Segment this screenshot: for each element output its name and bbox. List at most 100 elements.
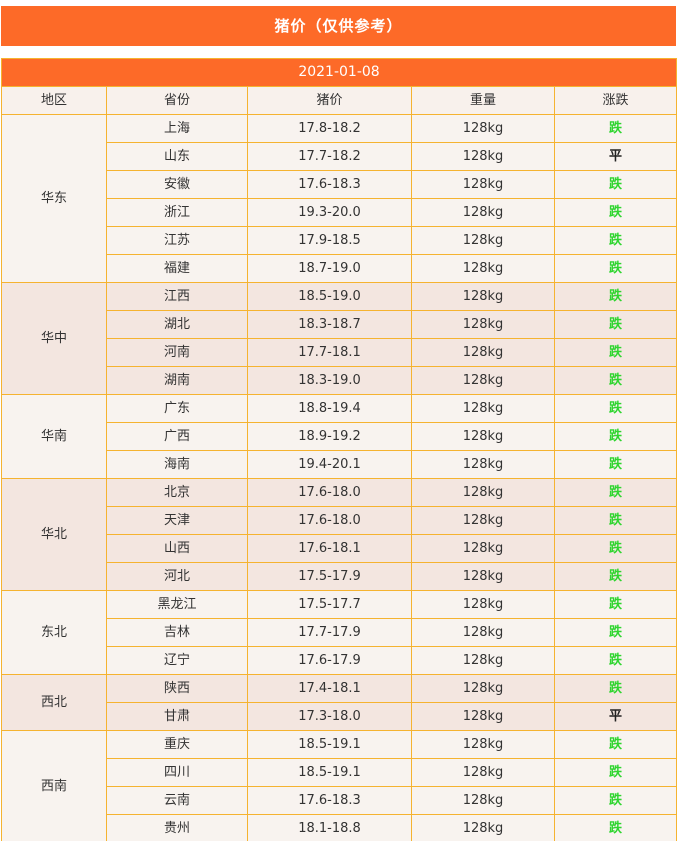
weight-cell: 128kg (411, 450, 555, 479)
weight-cell: 128kg (411, 394, 555, 423)
weight-cell: 128kg (411, 506, 555, 535)
trend-cell: 平 (553, 702, 677, 731)
trend-cell: 跌 (553, 758, 677, 787)
province-cell: 山西 (106, 534, 248, 563)
region-cell: 华北 (1, 478, 107, 591)
trend-cell: 跌 (553, 338, 677, 367)
province-cell: 重庆 (106, 730, 248, 759)
province-cell: 甘肃 (106, 702, 248, 731)
table-row: 西南 重庆 18.5-19.1 128kg 跌 (1, 730, 677, 841)
province-cell: 河南 (106, 338, 248, 367)
province-cell: 陕西 (106, 674, 248, 703)
trend-cell: 跌 (553, 170, 677, 199)
province-cell: 辽宁 (106, 646, 248, 675)
trend-cell: 跌 (553, 282, 677, 311)
price-cell: 17.5-17.9 (247, 562, 412, 591)
weight-cell: 128kg (411, 282, 555, 311)
price-cell: 18.1-18.8 (247, 814, 412, 841)
weight-cell: 128kg (411, 646, 555, 675)
price-cell: 17.3-18.0 (247, 702, 412, 731)
trend-cell: 跌 (553, 422, 677, 451)
province-cell: 山东 (106, 142, 248, 171)
trend-cell: 跌 (553, 394, 677, 423)
trend-cell: 平 (553, 142, 677, 171)
table-row: 西北 陕西 17.4-18.1 128kg 跌 (1, 674, 677, 731)
date-label: 2021-01-08 (0, 58, 677, 87)
price-cell: 18.8-19.4 (247, 394, 412, 423)
weight-cell: 128kg (411, 702, 555, 731)
trend-cell: 跌 (553, 310, 677, 339)
trend-cell: 跌 (553, 534, 677, 563)
province-cell: 海南 (106, 450, 248, 479)
trend-cell: 跌 (553, 198, 677, 227)
header-price: 猪价 (247, 86, 412, 115)
price-cell: 17.9-18.5 (247, 226, 412, 255)
province-cell: 广西 (106, 422, 248, 451)
trend-cell: 跌 (553, 730, 677, 759)
table-row: 东北 黑龙江 17.5-17.7 128kg 跌 (1, 590, 677, 675)
trend-cell: 跌 (553, 674, 677, 703)
price-cell: 19.4-20.1 (247, 450, 412, 479)
table-row: 华中 江西 18.5-19.0 128kg 跌 (1, 282, 677, 395)
weight-cell: 128kg (411, 674, 555, 703)
price-cell: 18.7-19.0 (247, 254, 412, 283)
price-cell: 17.8-18.2 (247, 114, 412, 143)
weight-cell: 128kg (411, 534, 555, 563)
header-region: 地区 (1, 86, 107, 115)
price-cell: 17.6-18.0 (247, 478, 412, 507)
price-cell: 17.6-18.3 (247, 170, 412, 199)
price-cell: 17.4-18.1 (247, 674, 412, 703)
price-cell: 17.7-18.2 (247, 142, 412, 171)
table-row: 华北 北京 17.6-18.0 128kg 跌 (1, 478, 677, 591)
region-cell: 西南 (1, 730, 107, 841)
page-title: 猪价（仅供参考） (1, 6, 676, 46)
weight-cell: 128kg (411, 310, 555, 339)
province-cell: 湖南 (106, 366, 248, 395)
weight-cell: 128kg (411, 422, 555, 451)
table-row: 华东 上海 17.8-18.2 128kg 跌 (1, 114, 677, 283)
price-cell: 17.7-17.9 (247, 618, 412, 647)
trend-cell: 跌 (553, 646, 677, 675)
trend-cell: 跌 (553, 814, 677, 841)
trend-cell: 跌 (553, 506, 677, 535)
price-cell: 18.3-19.0 (247, 366, 412, 395)
weight-cell: 128kg (411, 786, 555, 815)
trend-cell: 跌 (553, 478, 677, 507)
weight-cell: 128kg (411, 618, 555, 647)
trend-cell: 跌 (553, 786, 677, 815)
region-cell: 华南 (1, 394, 107, 479)
province-cell: 云南 (106, 786, 248, 815)
price-cell: 17.6-18.0 (247, 506, 412, 535)
weight-cell: 128kg (411, 562, 555, 591)
province-cell: 浙江 (106, 198, 248, 227)
trend-cell: 跌 (553, 114, 677, 143)
table-row: 华南 广东 18.8-19.4 128kg 跌 (1, 394, 677, 479)
weight-cell: 128kg (411, 142, 555, 171)
weight-cell: 128kg (411, 170, 555, 199)
date-row: 2021-01-08 (0, 58, 677, 87)
province-cell: 安徽 (106, 170, 248, 199)
weight-cell: 128kg (411, 814, 555, 841)
price-cell: 18.5-19.0 (247, 282, 412, 311)
region-cell: 西北 (1, 674, 107, 731)
trend-cell: 跌 (553, 590, 677, 619)
province-cell: 黑龙江 (106, 590, 248, 619)
weight-cell: 128kg (411, 758, 555, 787)
province-cell: 四川 (106, 758, 248, 787)
weight-cell: 128kg (411, 198, 555, 227)
province-cell: 广东 (106, 394, 248, 423)
price-cell: 18.3-18.7 (247, 310, 412, 339)
price-cell: 17.6-18.3 (247, 786, 412, 815)
province-cell: 贵州 (106, 814, 248, 841)
header-weight: 重量 (411, 86, 555, 115)
province-cell: 河北 (106, 562, 248, 591)
trend-cell: 跌 (553, 450, 677, 479)
price-cell: 18.5-19.1 (247, 758, 412, 787)
price-cell: 18.9-19.2 (247, 422, 412, 451)
price-cell: 17.6-18.1 (247, 534, 412, 563)
weight-cell: 128kg (411, 114, 555, 143)
province-cell: 上海 (106, 114, 248, 143)
price-cell: 17.6-17.9 (247, 646, 412, 675)
trend-cell: 跌 (553, 618, 677, 647)
weight-cell: 128kg (411, 338, 555, 367)
